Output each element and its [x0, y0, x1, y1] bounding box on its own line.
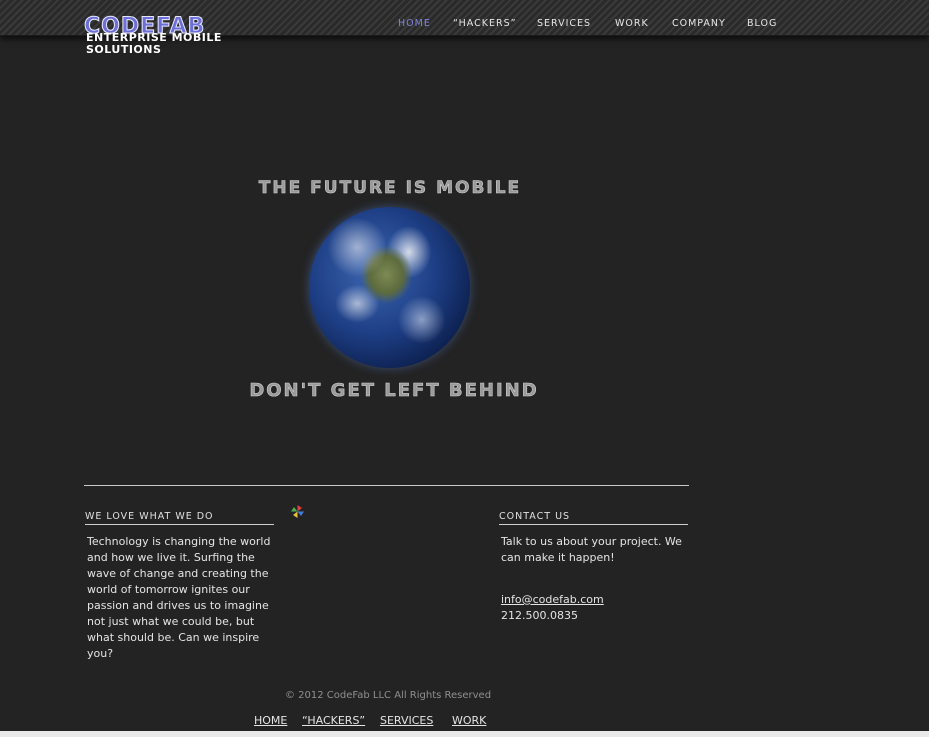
nav-home[interactable]: HOME: [398, 18, 431, 29]
about-text: Technology is changing the world and how…: [87, 535, 271, 660]
hero-subheadline: DON'T GET LEFT BEHIND: [249, 380, 539, 402]
nav-blog[interactable]: BLOG: [747, 18, 777, 29]
contact-heading: CONTACT US: [499, 511, 688, 525]
nav-company[interactable]: COMPANY: [672, 18, 726, 29]
footer-nav-home[interactable]: HOME: [254, 714, 287, 727]
contact-email-link[interactable]: info@codefab.com: [501, 593, 604, 606]
footer-nav-hackers[interactable]: “HACKERS”: [302, 714, 365, 727]
hero-headline: THE FUTURE IS MOBILE: [258, 178, 522, 199]
earth-globe-image: [309, 207, 470, 368]
footer-nav-services[interactable]: SERVICES: [380, 714, 433, 727]
codefab-logo[interactable]: CODEFAB ENTERPRISE MOBILE SOLUTIONS: [83, 15, 244, 58]
nav-work[interactable]: WORK: [615, 18, 649, 29]
logo-tagline-line2: SOLUTIONS: [86, 43, 162, 56]
nav-services[interactable]: SERVICES: [537, 18, 591, 29]
contact-text: Talk to us about your project. We can ma…: [501, 535, 682, 564]
bottom-bar: [0, 731, 929, 737]
pinwheel-icon: [291, 505, 304, 518]
nav-hackers[interactable]: “HACKERS”: [453, 18, 517, 29]
about-heading: WE LOVE WHAT WE DO: [85, 511, 274, 525]
footer-nav-work[interactable]: WORK: [452, 714, 486, 727]
section-divider: [84, 485, 689, 486]
contact-phone: 212.500.0835: [501, 609, 578, 622]
copyright-text: © 2012 CodeFab LLC All Rights Reserved: [285, 690, 492, 701]
